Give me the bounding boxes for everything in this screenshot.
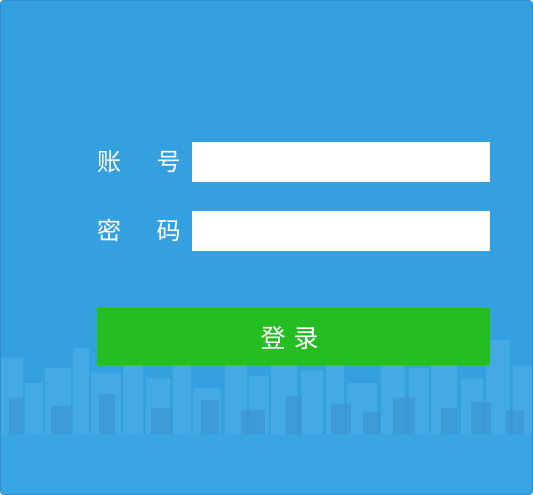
login-panel: 账 号 密 码 登录 [0, 0, 533, 495]
account-input[interactable] [192, 142, 490, 182]
account-label: 账 号 [97, 148, 195, 176]
password-input[interactable] [192, 211, 490, 251]
password-label: 密 码 [97, 217, 195, 245]
bottom-band [1, 434, 532, 494]
login-button[interactable]: 登录 [97, 308, 490, 365]
